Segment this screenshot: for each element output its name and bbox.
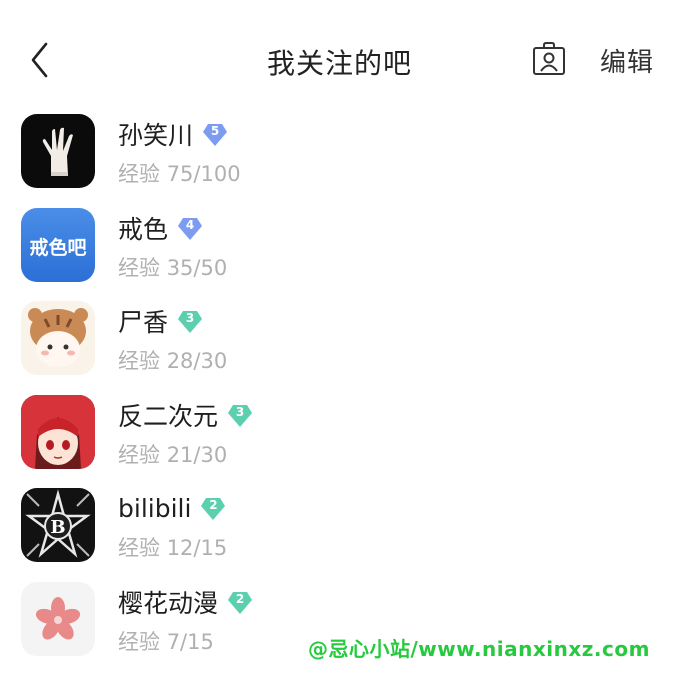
exp-text: 经验 28/30 [118,349,228,373]
forum-avatar [21,394,95,469]
forum-avatar [21,114,95,188]
forum-avatar: B [21,488,95,562]
svg-text:B: B [50,517,65,538]
watermark: @忌心小站/www.nianxinxz.com [308,637,650,661]
level-badge: 4 [176,214,204,242]
profile-button[interactable] [532,42,566,76]
level-badge: 3 [226,401,254,429]
exp-text: 经验 12/15 [118,536,228,560]
exp-text: 经验 35/50 [118,255,228,280]
level-badge: 5 [201,120,229,148]
exp-text: 经验 21/30 [118,442,228,467]
forum-row-bilibili[interactable]: B bilibili 2 经验 12/15 [0,486,679,580]
header: 我关注的吧 编辑 [0,0,679,120]
forum-name: 樱花动漫 [118,588,219,618]
page-title: 我关注的吧 [266,47,412,80]
level-badge: 3 [176,307,204,335]
level-badge: 2 [226,588,254,616]
avatar-logo-text: 戒色吧 [29,236,86,259]
forum-row-jiese[interactable]: 戒色吧 戒色 4 经验 35/50 [0,206,679,300]
forum-name: 戒色 [118,214,169,244]
followed-forums-screen: 我关注的吧 编辑 孙笑川 5 经验 75/100 戒色吧 戒色 4 经验 35/… [0,0,679,685]
forum-name: 孙笑川 [118,121,194,150]
level-badge: 2 [199,494,227,522]
forum-avatar [21,581,95,656]
forum-list: 孙笑川 5 经验 75/100 戒色吧 戒色 4 经验 35/50 尸香 3 经… [0,112,679,673]
edit-button[interactable]: 编辑 [600,42,654,79]
forum-row-fanerciyuan[interactable]: 反二次元 3 经验 21/30 [0,393,679,487]
exp-text: 经验 7/15 [118,629,214,654]
forum-avatar: 戒色吧 [21,207,95,282]
forum-name: 尸香 [118,308,169,337]
forum-row-shixiang[interactable]: 尸香 3 经验 28/30 [0,299,679,393]
exp-text: 经验 75/100 [118,162,241,186]
forum-row-sunxiaochuan[interactable]: 孙笑川 5 经验 75/100 [0,112,679,206]
user-badge-icon [533,42,565,75]
forum-name: bilibili [118,493,192,523]
forum-name: 反二次元 [118,401,219,431]
forum-avatar [21,301,95,375]
